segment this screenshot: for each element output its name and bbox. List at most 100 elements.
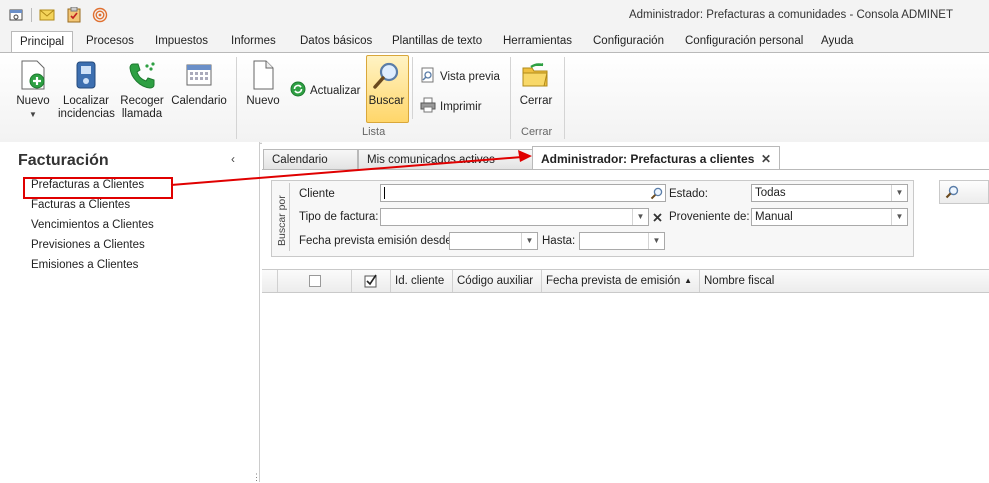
nuevo-dropdown-button[interactable]: Nuevo ▼: [14, 59, 52, 121]
chevron-down-icon[interactable]: ▼: [891, 209, 907, 225]
window-icon[interactable]: [8, 7, 24, 23]
hasta-input[interactable]: ▼: [579, 232, 665, 250]
column-id-cliente[interactable]: Id. cliente: [391, 270, 453, 292]
doc-tab-mis-comunicados-activos[interactable]: Mis comunicados activos: [358, 149, 534, 169]
chevron-down-icon[interactable]: ▼: [632, 209, 648, 225]
tab-herramientas[interactable]: Herramientas: [503, 35, 572, 47]
search-icon: [371, 59, 403, 91]
tab-impuestos[interactable]: Impuestos: [155, 35, 208, 47]
tipo-factura-select[interactable]: ▼: [380, 208, 649, 226]
recoger-label-line1: Recoger: [120, 95, 164, 107]
blank-document-icon: [247, 59, 279, 91]
chevron-down-icon[interactable]: ▼: [648, 233, 664, 249]
signal-icon[interactable]: [92, 7, 108, 23]
imprimir-button[interactable]: Imprimir: [420, 97, 482, 116]
tab-plantillas-de-texto[interactable]: Plantillas de texto: [392, 35, 482, 47]
estado-value: Todas: [755, 187, 786, 199]
window-title: Administrador: Prefacturas a comunidades…: [628, 9, 953, 21]
tipo-factura-label: Tipo de factura:: [299, 211, 379, 223]
column-codigo-auxiliar[interactable]: Código auxiliar: [453, 270, 542, 292]
checkbox-icon[interactable]: [309, 275, 321, 287]
tab-ayuda[interactable]: Ayuda: [821, 35, 853, 47]
search-icon: [945, 185, 959, 202]
clear-icon[interactable]: [649, 209, 665, 225]
checked-column-header[interactable]: [352, 270, 391, 292]
nav-item-previsiones-a-clientes[interactable]: Previsiones a Clientes: [31, 239, 145, 251]
quick-access-separator: [31, 8, 32, 22]
column-fecha-label: Fecha prevista de emisión: [546, 275, 681, 287]
vista-previa-label: Vista previa: [440, 70, 500, 83]
nav-item-vencimientos-a-clientes[interactable]: Vencimientos a Clientes: [31, 219, 154, 231]
chevron-down-icon[interactable]: ▼: [891, 185, 907, 201]
doc-tab-prefacturas-a-clientes[interactable]: Administrador: Prefacturas a clientes ✕: [532, 146, 780, 170]
tab-configuracion[interactable]: Configuración: [593, 35, 664, 47]
localizar-label-line1: Localizar: [62, 95, 110, 107]
chevron-down-icon[interactable]: ▼: [521, 233, 537, 249]
cliente-input[interactable]: [380, 184, 666, 202]
estado-label: Estado:: [669, 188, 708, 200]
localizar-incidencias-button[interactable]: Localizar incidencias: [58, 59, 115, 121]
ribbon-tab-bar: Principal Procesos Impuestos Informes Da…: [0, 30, 989, 53]
recoger-llamada-button[interactable]: Recoger llamada: [119, 59, 165, 121]
cerrar-label: Cerrar: [519, 95, 553, 107]
splitter-grip[interactable]: ⋮: [252, 472, 261, 483]
actualizar-button[interactable]: Actualizar: [290, 81, 361, 100]
locate-icon: [70, 59, 102, 91]
search-group-divider: [289, 183, 290, 251]
column-nombre-fiscal[interactable]: Nombre fiscal: [700, 270, 989, 292]
svg-text:Buscar por: Buscar por: [276, 195, 288, 246]
text-cursor: [384, 187, 385, 199]
tab-datos-basicos[interactable]: Datos básicos: [300, 35, 372, 47]
close-tab-icon[interactable]: ✕: [761, 147, 771, 171]
tab-informes[interactable]: Informes: [231, 35, 276, 47]
nuevo-dropdown-label: Nuevo: [16, 95, 50, 107]
search-group-label: Buscar por: [276, 190, 288, 250]
printer-icon: [420, 97, 436, 116]
nav-item-emisiones-a-clientes[interactable]: Emisiones a Clientes: [31, 259, 138, 271]
results-grid: Id. cliente Código auxiliar Fecha previs…: [262, 269, 989, 483]
nuevo-button[interactable]: Nuevo: [244, 59, 282, 108]
cerrar-button[interactable]: Cerrar: [516, 59, 556, 108]
estado-select[interactable]: Todas ▼: [751, 184, 908, 202]
ribbon-group-lista-label: Lista: [362, 126, 386, 138]
collapse-chevron-icon[interactable]: ‹: [231, 152, 235, 166]
new-document-icon: [17, 59, 49, 91]
grid-row-indicator-header: [262, 270, 278, 292]
folder-exit-icon: [520, 59, 552, 91]
doc-tab-calendario[interactable]: Calendario: [263, 149, 358, 169]
localizar-label-line2: incidencias: [58, 108, 115, 120]
mail-icon[interactable]: [39, 7, 55, 23]
document-tab-bar: Calendario Mis comunicados activos Admin…: [262, 142, 989, 170]
run-search-button[interactable]: [939, 180, 989, 204]
ribbon-group-separator-3: [564, 57, 565, 139]
hasta-label: Hasta:: [542, 235, 576, 247]
tab-principal[interactable]: Principal: [11, 31, 74, 53]
ribbon-group-separator: [236, 57, 237, 139]
ribbon-group-separator-2: [510, 57, 511, 139]
proveniente-value: Manual: [755, 211, 793, 223]
calendario-label: Calendario: [171, 95, 227, 107]
grid-header: Id. cliente Código auxiliar Fecha previs…: [262, 270, 989, 293]
nuevo-label: Nuevo: [246, 95, 280, 107]
preview-icon: [420, 67, 436, 86]
imprimir-label: Imprimir: [440, 100, 482, 113]
tab-configuracion-personal[interactable]: Configuración personal: [685, 35, 803, 47]
proveniente-select[interactable]: Manual ▼: [751, 208, 908, 226]
buscar-button[interactable]: Buscar: [366, 59, 407, 108]
ribbon-inner-separator: [412, 57, 413, 119]
cliente-label: Cliente: [299, 188, 335, 200]
select-all-checkbox-column[interactable]: [278, 270, 352, 292]
fecha-desde-input[interactable]: ▼: [449, 232, 538, 250]
tab-procesos[interactable]: Procesos: [86, 35, 134, 47]
buscar-label: Buscar: [368, 95, 405, 107]
vista-previa-button[interactable]: Vista previa: [420, 67, 500, 86]
phone-icon: [126, 59, 158, 91]
column-fecha-prevista-emision[interactable]: Fecha prevista de emisión ▲: [542, 270, 700, 292]
recoger-label-line2: llamada: [121, 108, 163, 120]
doc-tab-active-label: Administrador: Prefacturas a clientes: [541, 152, 755, 166]
search-icon[interactable]: [648, 185, 664, 201]
clipboard-icon[interactable]: [66, 7, 82, 23]
calendario-button[interactable]: Calendario: [171, 59, 227, 108]
nav-item-facturas-a-clientes[interactable]: Facturas a Clientes: [31, 199, 130, 211]
calendar-icon: [183, 59, 215, 91]
